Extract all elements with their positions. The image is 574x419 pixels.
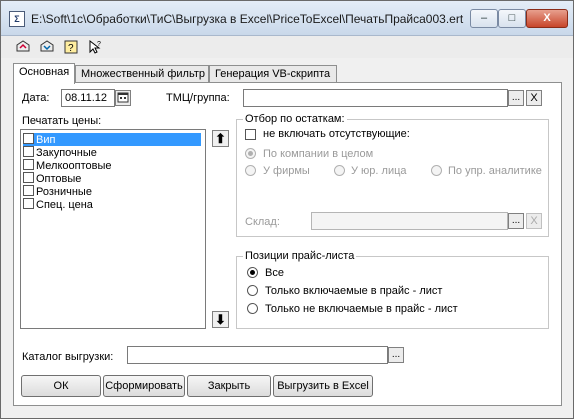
move-down-button[interactable]: ⬇ [212,311,229,328]
calendar-icon [117,92,129,103]
tmc-label: ТМЦ/группа: [166,92,230,104]
tab-main[interactable]: Основная [13,63,75,84]
checkbox[interactable] [23,198,34,209]
list-item[interactable]: Оптовые [23,172,81,185]
build-button[interactable]: Сформировать [103,375,185,397]
exclude-absent-checkbox[interactable] [245,129,256,140]
list-item[interactable]: Розничные [23,185,92,198]
positions-included-label: Только включаемые в прайс - лист [265,285,443,297]
by-firm-radio[interactable] [245,165,256,176]
warehouse-field[interactable] [311,212,508,230]
checkbox[interactable] [23,185,34,196]
by-legal-label: У юр. лица [351,165,407,177]
positions-all-label: Все [265,267,284,279]
tab-multi-filter[interactable]: Множественный фильтр [75,65,209,82]
checkbox[interactable] [23,159,34,170]
prices-listbox[interactable]: Вип Закупочные Мелкооптовые Оптовые Розн… [20,129,206,329]
list-item-label: Мелкооптовые [36,160,112,172]
list-item-label: Закупочные [36,147,97,159]
calendar-button[interactable] [115,90,131,106]
list-item-label: Вип [36,134,56,146]
list-item-label: Оптовые [36,173,82,185]
by-analytics-radio[interactable] [431,165,442,176]
title-bar[interactable]: Σ E:\Soft\1c\Обработки\ТиС\Выгрузка в Ex… [1,1,573,36]
positions-all-radio[interactable] [247,267,258,278]
warehouse-clear-button[interactable]: X [526,213,542,229]
by-firm-label: У фирмы [263,165,310,177]
checkbox[interactable] [23,133,34,144]
save-settings-icon[interactable] [39,39,55,55]
close-button[interactable]: Закрыть [187,375,271,397]
list-item[interactable]: Закупочные [23,146,97,159]
list-item[interactable]: Спец. цена [23,198,93,211]
warehouse-select-button[interactable]: ... [508,213,524,229]
date-label: Дата: [22,92,50,104]
toolbar: ? ? [1,36,573,58]
1c-app-icon: Σ [9,11,25,27]
date-field[interactable]: 08.11.12 [61,89,115,107]
checkbox[interactable] [23,172,34,183]
warehouse-label: Склад: [245,216,280,228]
tmc-field[interactable] [243,89,508,107]
tab-vb-script[interactable]: Генерация VB-скрипта [209,65,337,82]
by-company-label: По компании в целом [263,148,374,160]
catalog-label: Каталог выгрузки: [22,351,114,363]
print-prices-label: Печатать цены: [22,115,102,127]
stock-filter-title: Отбор по остаткам: [243,113,347,125]
svg-text:?: ? [97,41,101,48]
checkbox[interactable] [23,146,34,157]
catalog-select-button[interactable]: ... [388,347,404,363]
list-item[interactable]: Вип [23,133,201,146]
by-company-radio[interactable] [245,148,256,159]
positions-included-radio[interactable] [247,285,258,296]
list-item[interactable]: Мелкооптовые [23,159,112,172]
load-settings-icon[interactable] [15,39,31,55]
pointer-help-icon[interactable]: ? [87,39,103,55]
positions-title: Позиции прайс-листа [243,250,357,262]
positions-excluded-radio[interactable] [247,303,258,314]
close-window-button[interactable]: X [526,9,568,28]
exclude-absent-label: не включать отсутствующие: [263,128,410,140]
positions-excluded-label: Только не включаемые в прайс - лист [265,303,458,315]
export-excel-button[interactable]: Выгрузить в Excel [273,375,373,397]
list-item-label: Спец. цена [36,199,93,211]
tmc-select-button[interactable]: ... [508,90,524,106]
maximize-button[interactable]: □ [498,9,526,28]
minimize-button[interactable]: – [470,9,498,28]
move-up-button[interactable]: ⬆ [212,130,229,147]
tmc-clear-button[interactable]: X [526,90,542,106]
by-analytics-label: По упр. аналитике [448,165,542,177]
help-icon[interactable]: ? [63,39,79,55]
ok-button[interactable]: ОК [21,375,101,397]
catalog-field[interactable] [127,346,388,364]
main-window: Σ E:\Soft\1c\Обработки\ТиС\Выгрузка в Ex… [0,0,574,419]
by-legal-radio[interactable] [334,165,345,176]
list-item-label: Розничные [36,186,92,198]
svg-text:?: ? [68,43,74,54]
window-title: E:\Soft\1c\Обработки\ТиС\Выгрузка в Exce… [31,12,464,26]
